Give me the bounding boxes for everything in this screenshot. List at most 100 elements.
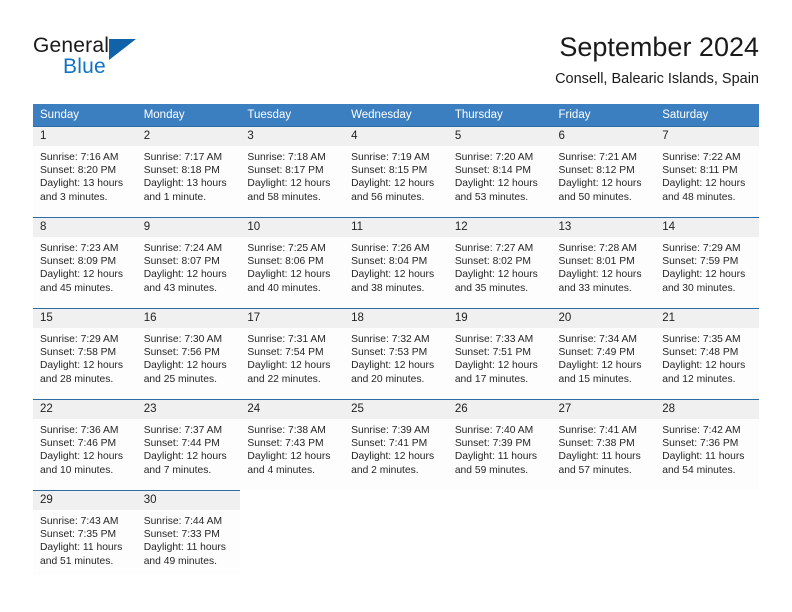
- day-number: 7: [655, 127, 759, 146]
- day-cell[interactable]: 12 Sunrise: 7:27 AM Sunset: 8:02 PM Dayl…: [447, 217, 552, 309]
- calendar-week-row: 15 Sunrise: 7:29 AM Sunset: 7:58 PM Dayl…: [33, 308, 759, 400]
- calendar-table: Sunday Monday Tuesday Wednesday Thursday…: [33, 104, 759, 575]
- day-number: [448, 491, 552, 510]
- daylight-text-line2: and 53 minutes.: [454, 191, 529, 203]
- sunrise-text: Sunrise: 7:27 AM: [454, 243, 534, 254]
- daylight-text-line1: Daylight: 12 hours: [662, 360, 746, 372]
- daylight-text-line1: Daylight: 12 hours: [40, 451, 123, 463]
- day-details: Sunrise: 7:38 AM Sunset: 7:43 PM Dayligh…: [240, 419, 344, 477]
- daylight-text-line2: and 20 minutes.: [351, 373, 425, 385]
- daylight-text-line2: and 30 minutes.: [662, 282, 736, 294]
- daylight-text-line2: and 33 minutes.: [558, 282, 632, 294]
- day-cell-empty: [447, 490, 552, 575]
- daylight-text-line1: Daylight: 11 hours: [143, 542, 226, 554]
- day-cell-empty: [344, 490, 448, 575]
- daylight-text-line2: and 4 minutes.: [247, 464, 315, 476]
- weekday-header-thursday: Thursday: [447, 104, 552, 127]
- day-cell[interactable]: 21 Sunrise: 7:35 AM Sunset: 7:48 PM Dayl…: [655, 308, 759, 400]
- day-cell[interactable]: 4 Sunrise: 7:19 AM Sunset: 8:15 PM Dayli…: [344, 126, 448, 218]
- day-number: [655, 491, 759, 510]
- day-cell[interactable]: 22 Sunrise: 7:36 AM Sunset: 7:46 PM Dayl…: [33, 399, 137, 491]
- day-details: Sunrise: 7:34 AM Sunset: 7:49 PM Dayligh…: [552, 328, 656, 386]
- sunrise-text: Sunrise: 7:43 AM: [40, 516, 119, 527]
- day-cell[interactable]: 26 Sunrise: 7:40 AM Sunset: 7:39 PM Dayl…: [447, 399, 552, 491]
- daylight-text-line1: Daylight: 12 hours: [454, 360, 538, 372]
- day-number: 2: [136, 127, 241, 146]
- day-cell[interactable]: 15 Sunrise: 7:29 AM Sunset: 7:58 PM Dayl…: [33, 308, 137, 400]
- sunrise-text: Sunrise: 7:22 AM: [662, 152, 741, 163]
- day-details: Sunrise: 7:24 AM Sunset: 8:07 PM Dayligh…: [137, 237, 241, 295]
- day-cell[interactable]: 24 Sunrise: 7:38 AM Sunset: 7:43 PM Dayl…: [240, 399, 345, 491]
- daylight-text-line2: and 57 minutes.: [558, 464, 632, 476]
- sunrise-text: Sunrise: 7:32 AM: [351, 334, 430, 345]
- sunrise-text: Sunrise: 7:17 AM: [143, 152, 223, 163]
- day-cell[interactable]: 7 Sunrise: 7:22 AM Sunset: 8:11 PM Dayli…: [655, 126, 759, 218]
- day-cell[interactable]: 1 Sunrise: 7:16 AM Sunset: 8:20 PM Dayli…: [33, 126, 137, 218]
- sunrise-text: Sunrise: 7:18 AM: [247, 152, 326, 163]
- weekday-header-saturday: Saturday: [655, 104, 759, 127]
- day-cell[interactable]: 27 Sunrise: 7:41 AM Sunset: 7:38 PM Dayl…: [551, 399, 656, 491]
- sunset-text: Sunset: 7:43 PM: [247, 438, 324, 450]
- calendar-week-row: 22 Sunrise: 7:36 AM Sunset: 7:46 PM Dayl…: [33, 399, 759, 491]
- day-details: Sunrise: 7:32 AM Sunset: 7:53 PM Dayligh…: [344, 328, 448, 386]
- day-cell[interactable]: 2 Sunrise: 7:17 AM Sunset: 8:18 PM Dayli…: [136, 126, 241, 218]
- sunrise-text: Sunrise: 7:42 AM: [662, 425, 741, 436]
- day-number: 19: [447, 309, 552, 328]
- day-cell[interactable]: 5 Sunrise: 7:20 AM Sunset: 8:14 PM Dayli…: [447, 126, 552, 218]
- day-cell[interactable]: 13 Sunrise: 7:28 AM Sunset: 8:01 PM Dayl…: [551, 217, 656, 309]
- daylight-text-line2: and 48 minutes.: [662, 191, 736, 203]
- day-details: Sunrise: 7:33 AM Sunset: 7:51 PM Dayligh…: [448, 328, 552, 386]
- day-number: 21: [655, 309, 759, 328]
- sunrise-text: Sunrise: 7:28 AM: [558, 243, 637, 254]
- day-number: [552, 491, 656, 510]
- daylight-text-line2: and 12 minutes.: [662, 373, 736, 385]
- calendar-grid: Sunday Monday Tuesday Wednesday Thursday…: [33, 104, 759, 575]
- day-cell[interactable]: 18 Sunrise: 7:32 AM Sunset: 7:53 PM Dayl…: [344, 308, 448, 400]
- day-cell[interactable]: 6 Sunrise: 7:21 AM Sunset: 8:12 PM Dayli…: [551, 126, 656, 218]
- sunset-text: Sunset: 7:48 PM: [662, 347, 739, 359]
- calendar-week-row: 29 Sunrise: 7:43 AM Sunset: 7:35 PM Dayl…: [33, 490, 759, 575]
- day-cell[interactable]: 9 Sunrise: 7:24 AM Sunset: 8:07 PM Dayli…: [136, 217, 241, 309]
- day-cell[interactable]: 11 Sunrise: 7:26 AM Sunset: 8:04 PM Dayl…: [344, 217, 448, 309]
- daylight-text-line2: and 38 minutes.: [351, 282, 425, 294]
- sunset-text: Sunset: 7:33 PM: [143, 529, 220, 541]
- sunrise-text: Sunrise: 7:44 AM: [143, 516, 223, 527]
- day-cell[interactable]: 14 Sunrise: 7:29 AM Sunset: 7:59 PM Dayl…: [655, 217, 759, 309]
- daylight-text-line2: and 1 minute.: [143, 191, 207, 203]
- day-number: 5: [447, 127, 552, 146]
- weekday-header-monday: Monday: [136, 104, 241, 127]
- daylight-text-line1: Daylight: 12 hours: [247, 360, 331, 372]
- day-cell[interactable]: 17 Sunrise: 7:31 AM Sunset: 7:54 PM Dayl…: [240, 308, 345, 400]
- day-cell[interactable]: 8 Sunrise: 7:23 AM Sunset: 8:09 PM Dayli…: [33, 217, 137, 309]
- sunset-text: Sunset: 7:58 PM: [40, 347, 117, 359]
- daylight-text-line2: and 28 minutes.: [40, 373, 114, 385]
- day-cell[interactable]: 28 Sunrise: 7:42 AM Sunset: 7:36 PM Dayl…: [655, 399, 759, 491]
- day-number: 29: [33, 491, 137, 510]
- day-cell[interactable]: 25 Sunrise: 7:39 AM Sunset: 7:41 PM Dayl…: [344, 399, 448, 491]
- general-blue-logo: General Blue: [33, 34, 233, 86]
- day-number: 28: [655, 400, 759, 419]
- day-details: Sunrise: 7:44 AM Sunset: 7:33 PM Dayligh…: [137, 510, 241, 568]
- daylight-text-line1: Daylight: 12 hours: [351, 360, 435, 372]
- day-details: Sunrise: 7:25 AM Sunset: 8:06 PM Dayligh…: [240, 237, 344, 295]
- day-details: Sunrise: 7:22 AM Sunset: 8:11 PM Dayligh…: [655, 146, 759, 204]
- daylight-text-line1: Daylight: 12 hours: [662, 178, 746, 190]
- day-number: 1: [33, 127, 137, 146]
- day-cell[interactable]: 29 Sunrise: 7:43 AM Sunset: 7:35 PM Dayl…: [33, 490, 137, 575]
- day-cell[interactable]: 20 Sunrise: 7:34 AM Sunset: 7:49 PM Dayl…: [551, 308, 656, 400]
- day-cell[interactable]: 19 Sunrise: 7:33 AM Sunset: 7:51 PM Dayl…: [447, 308, 552, 400]
- day-cell[interactable]: 23 Sunrise: 7:37 AM Sunset: 7:44 PM Dayl…: [136, 399, 241, 491]
- logo-text-blue: Blue: [63, 55, 106, 78]
- day-cell[interactable]: 3 Sunrise: 7:18 AM Sunset: 8:17 PM Dayli…: [240, 126, 345, 218]
- day-cell[interactable]: 10 Sunrise: 7:25 AM Sunset: 8:06 PM Dayl…: [240, 217, 345, 309]
- day-details: Sunrise: 7:35 AM Sunset: 7:48 PM Dayligh…: [655, 328, 759, 386]
- daylight-text-line1: Daylight: 12 hours: [247, 269, 331, 281]
- sunset-text: Sunset: 7:51 PM: [454, 347, 531, 359]
- daylight-text-line1: Daylight: 12 hours: [143, 360, 227, 372]
- sunrise-text: Sunrise: 7:35 AM: [662, 334, 741, 345]
- day-cell[interactable]: 16 Sunrise: 7:30 AM Sunset: 7:56 PM Dayl…: [136, 308, 241, 400]
- day-number: 30: [136, 491, 241, 510]
- day-cell[interactable]: 30 Sunrise: 7:44 AM Sunset: 7:33 PM Dayl…: [136, 490, 241, 575]
- sunset-text: Sunset: 8:07 PM: [143, 256, 220, 268]
- weekday-header-friday: Friday: [551, 104, 656, 127]
